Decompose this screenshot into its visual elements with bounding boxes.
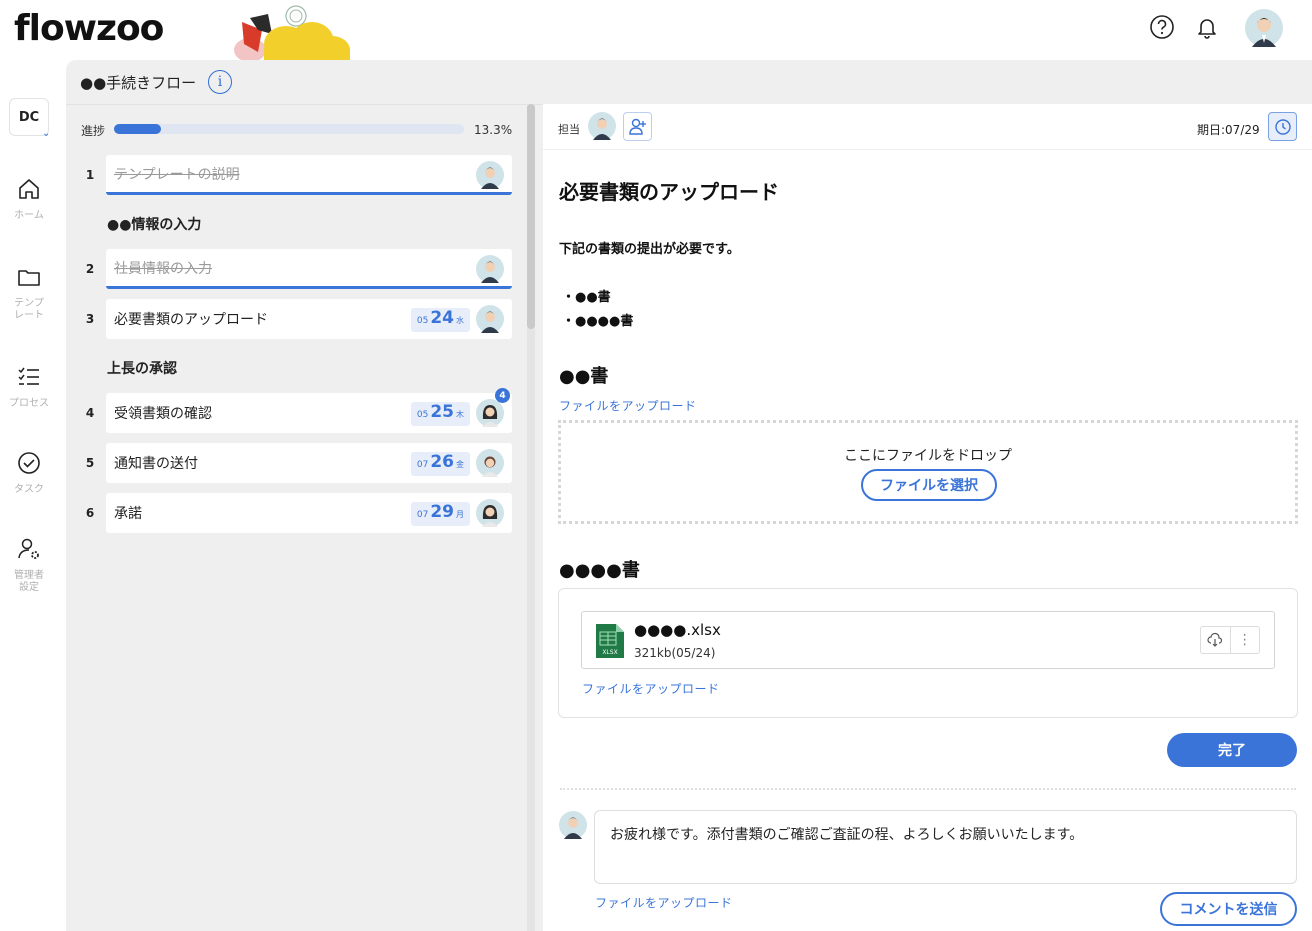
progress-percent: 13.3% [474,123,513,137]
step-employee-info[interactable]: 社員情報の入力 [106,249,512,289]
step-send-notice[interactable]: 通知書の送付 07 26 金 [106,443,512,483]
step-name: 通知書の送付 [114,456,198,472]
nav-process[interactable]: プロセス [0,364,58,410]
step-name: テンプレートの説明 [114,166,240,183]
step-number: 2 [85,262,95,276]
nav-admin[interactable]: 管理者 設定 [0,536,58,594]
assignee-avatar [476,161,504,189]
document-heading: ●●書 [559,366,609,387]
file-meta: 321kb(05/24) [634,646,716,660]
user-plus-icon [628,118,646,135]
step-number: 4 [85,406,95,420]
commenter-avatar [559,811,587,839]
send-comment-button[interactable]: コメントを送信 [1160,892,1297,926]
document-heading: ●●●●書 [559,560,640,581]
help-icon[interactable] [1147,12,1177,42]
due-date-badge: 07 26 金 [410,452,470,476]
due-date-badge: 07 29 月 [410,502,470,526]
cloud-download-icon [1207,632,1223,647]
nav-tasks-label: タスク [14,484,44,495]
nav-tasks[interactable]: タスク [0,450,58,496]
file-dropzone[interactable]: ここにファイルをドロップ ファイルを選択 [558,420,1298,524]
chevron-down-icon[interactable]: ⌄ [42,128,50,139]
assignee-avatar [476,305,504,333]
assignee-avatar [476,499,504,527]
uploaded-files-box: XLSX ●●●●.xlsx 321kb(05/24) ⋮ ファイルをアップロー… [558,588,1298,718]
upload-file-link[interactable]: ファイルをアップロード [559,397,697,414]
folder-icon [18,270,40,286]
assignee-avatar [476,449,504,477]
info-icon[interactable]: i [208,70,232,94]
step-approval[interactable]: 承諾 07 29 月 [106,493,512,533]
progress-fill [114,124,161,134]
due-date-badge: 05 24 水 [410,308,470,332]
nav-home[interactable]: ホーム [0,176,58,222]
file-item[interactable]: XLSX ●●●●.xlsx 321kb(05/24) ⋮ [581,611,1275,669]
complete-button[interactable]: 完了 [1167,733,1297,767]
step-number: 1 [85,168,95,182]
nav-process-label: プロセス [9,398,49,409]
step-number: 6 [85,506,95,520]
svg-text:XLSX: XLSX [602,649,617,656]
add-assignee-button[interactable] [623,112,652,141]
step-number: 3 [85,312,95,326]
select-file-button[interactable]: ファイルを選択 [861,469,997,501]
step-template-description[interactable]: テンプレートの説明 [106,155,512,195]
nav-admin-label: 管理者 設定 [14,570,44,593]
excel-file-icon: XLSX [596,624,624,658]
step-upload-documents[interactable]: 必要書類のアップロード 05 24 水 [106,299,512,339]
clock-icon [1274,118,1291,135]
progress-bar [114,124,464,134]
upload-file-link[interactable]: ファイルをアップロード [595,894,733,911]
nav-templates[interactable]: テンプ レート [0,264,58,322]
more-options-icon[interactable]: ⋮ [1229,627,1260,653]
due-date-label: 期日:07/29 [1197,123,1260,137]
step-name: 承諾 [114,506,142,522]
section-heading: ●●情報の入力 [107,217,202,233]
scroll-thumb[interactable] [527,104,535,329]
task-title: 必要書類のアップロード [559,180,779,204]
bell-icon[interactable] [1192,12,1222,42]
file-name: ●●●●.xlsx [634,621,721,639]
nav-home-label: ホーム [14,210,44,221]
comment-input[interactable]: お疲れ様です。添付書類のご確認ご査証の程、よろしくお願いいたします。 [594,810,1297,884]
assignee-avatar [476,255,504,283]
required-doc-item: ・●●書 [562,290,611,305]
assignee-avatar [476,399,504,427]
user-gear-icon [18,538,39,559]
home-icon [19,179,39,199]
task-description: 下記の書類の提出が必要です。 [559,242,740,257]
step-list-scrollbar[interactable] [527,104,535,931]
step-name: 受領書類の確認 [114,406,212,422]
step-name: 社員情報の入力 [114,260,212,277]
step-number: 5 [85,456,95,470]
divider [543,149,1312,150]
required-doc-item: ・●●●●書 [562,314,634,329]
progress-label: 進捗 [81,124,106,138]
check-circle-icon [18,452,40,474]
list-check-icon [18,367,39,385]
upload-file-link[interactable]: ファイルをアップロード [582,680,720,697]
notification-badge: 4 [495,388,510,403]
app-root: flowzoo DC ⌄ ホーム テンプ レート プロセス タスク 管理者 設定… [0,0,1312,931]
section-heading: 上長の承認 [107,361,177,377]
step-name: 必要書類のアップロード [114,312,268,328]
due-date-badge: 05 25 木 [410,402,470,426]
dropzone-text: ここにファイルをドロップ [844,448,1012,464]
download-button[interactable] [1201,627,1230,653]
divider [560,788,1296,790]
workflow-title: ●●手続きフロー [80,74,197,92]
assignee-label: 担当 [558,123,580,136]
flowzoo-logo[interactable]: flowzoo [14,8,164,49]
step-confirm-received[interactable]: 受領書類の確認 05 25 木 4 [106,388,512,433]
assignee-avatar[interactable] [588,112,616,140]
due-date-button[interactable] [1268,112,1297,141]
brand-illustration [234,5,350,62]
file-actions: ⋮ [1200,626,1260,654]
nav-templates-label: テンプ レート [14,298,44,321]
user-avatar[interactable] [1244,8,1284,48]
